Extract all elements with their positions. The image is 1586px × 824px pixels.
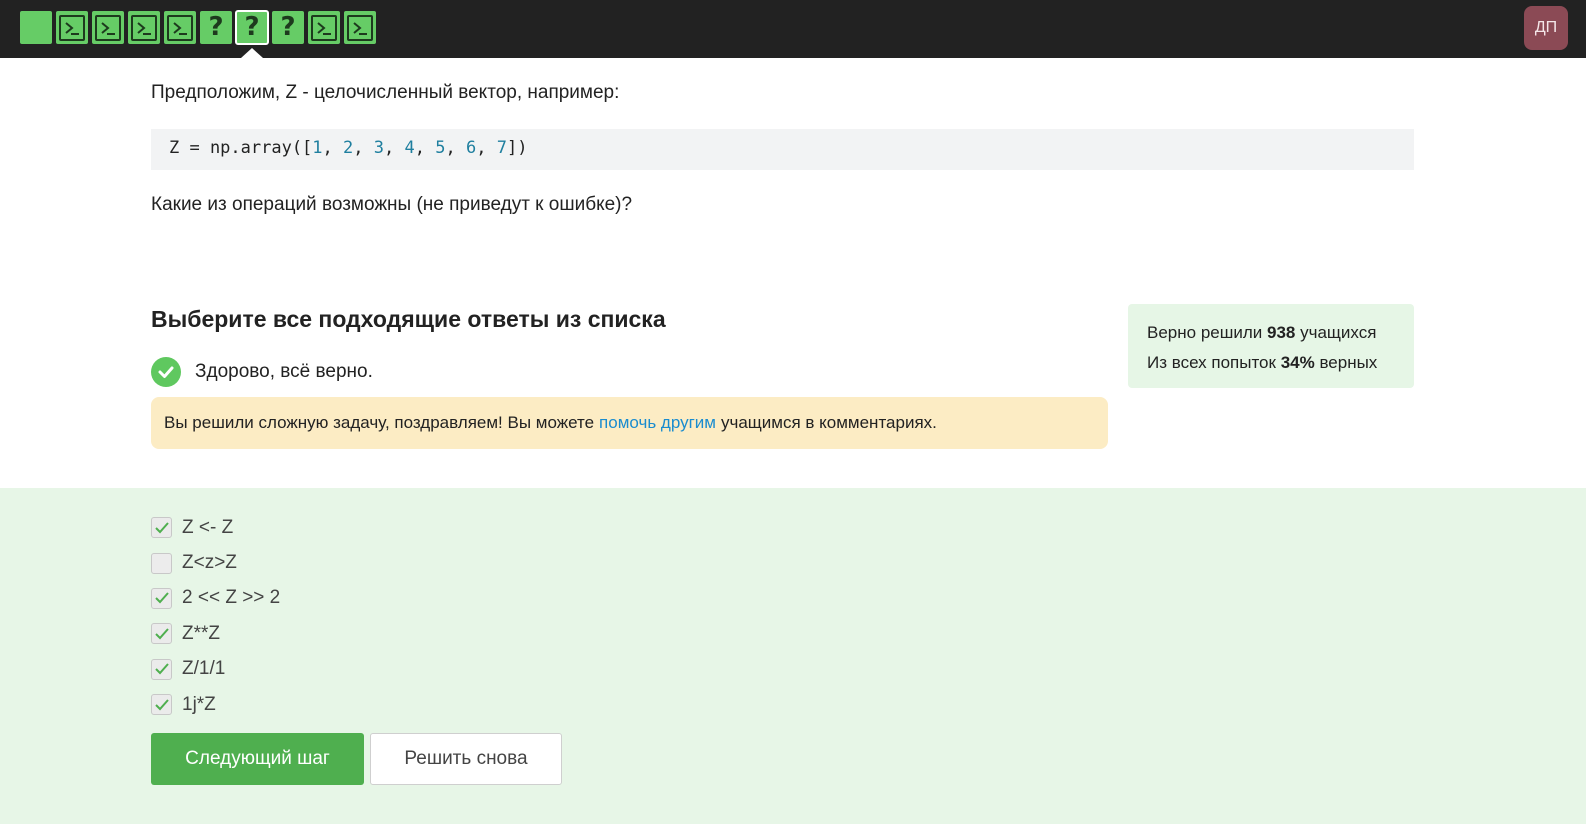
option-item[interactable]: Z**Z xyxy=(151,616,280,651)
checkbox-checked[interactable] xyxy=(151,623,172,645)
step-5[interactable] xyxy=(164,11,196,44)
success-check-icon xyxy=(151,357,181,387)
checkbox-checked[interactable] xyxy=(151,587,172,609)
question-icon: ? xyxy=(244,12,260,42)
option-item[interactable]: 2 << Z >> 2 xyxy=(151,581,280,616)
step-4[interactable] xyxy=(128,11,160,44)
question-icon: ? xyxy=(208,12,224,42)
top-bar: ? ? ? ДП xyxy=(0,0,1586,58)
checkbox-checked[interactable] xyxy=(151,658,172,680)
code-number: 7 xyxy=(496,138,507,158)
terminal-icon xyxy=(59,14,85,41)
stats-label: Из всех попыток xyxy=(1147,353,1276,372)
step-10[interactable] xyxy=(344,11,376,44)
option-label: Z<z>Z xyxy=(182,552,237,574)
stats-label: верных xyxy=(1319,353,1378,372)
question-icon: ? xyxy=(280,12,296,42)
correct-status: Здорово, всё верно. xyxy=(151,356,373,388)
code-suffix: ]) xyxy=(506,138,528,158)
congrats-notice: Вы решили сложную задачу, поздравляем! В… xyxy=(151,397,1108,449)
code-number: 6 xyxy=(465,138,477,158)
step-8[interactable]: ? xyxy=(272,11,304,44)
correct-text: Здорово, всё верно. xyxy=(195,361,373,382)
task-intro: Предположим, Z - целочисленный вектор, н… xyxy=(151,82,620,103)
options-list: Z <- Z Z<z>Z 2 << Z >> 2 Z**Z Z/1/1 1j*Z xyxy=(151,510,280,722)
checkbox-checked[interactable] xyxy=(151,517,172,539)
option-item[interactable]: Z <- Z xyxy=(151,510,280,545)
help-others-link[interactable]: помочь другим xyxy=(599,413,716,433)
code-number: 2 xyxy=(343,138,354,158)
code-block: Z = np.array([1, 2, 3, 4, 5, 6, 7]) xyxy=(151,129,1414,170)
option-label: 2 << Z >> 2 xyxy=(182,587,281,609)
terminal-icon xyxy=(311,14,337,41)
stats-attempts: Из всех попыток 34% верных xyxy=(1147,348,1395,378)
code-prefix: Z = np.array([ xyxy=(169,138,313,158)
option-label: Z/1/1 xyxy=(182,658,226,680)
congrats-text: Вы решили сложную задачу, поздравляем! В… xyxy=(164,413,595,432)
answers-area: Z <- Z Z<z>Z 2 << Z >> 2 Z**Z Z/1/1 1j*Z… xyxy=(0,488,1586,824)
step-1[interactable] xyxy=(20,11,52,44)
option-label: Z**Z xyxy=(182,622,220,644)
next-step-button[interactable]: Следующий шаг xyxy=(151,733,364,785)
task-question: Какие из операций возможны (не приведут … xyxy=(151,194,633,215)
option-label: 1j*Z xyxy=(182,693,216,715)
user-avatar[interactable]: ДП xyxy=(1524,6,1568,50)
stats-solved: Верно решили 938 учащихся xyxy=(1147,318,1395,348)
checkbox-unchecked[interactable] xyxy=(151,552,172,574)
step-navigation: ? ? ? xyxy=(20,10,376,58)
terminal-icon xyxy=(167,14,193,41)
solve-again-button[interactable]: Решить снова xyxy=(370,733,562,785)
stats-solved-count: 938 xyxy=(1267,323,1296,342)
checkbox-checked[interactable] xyxy=(151,694,172,716)
code-number: 5 xyxy=(435,138,446,158)
terminal-icon xyxy=(95,14,121,41)
option-item[interactable]: 1j*Z xyxy=(151,687,280,722)
code-number: 1 xyxy=(312,138,323,158)
terminal-icon xyxy=(131,14,157,41)
stats-label: учащихся xyxy=(1300,323,1377,342)
congrats-text-end: учащимся в комментариях. xyxy=(720,413,937,432)
stats-panel: Верно решили 938 учащихся Из всех попыто… xyxy=(1128,304,1414,388)
step-3[interactable] xyxy=(92,11,124,44)
code-number: 3 xyxy=(373,138,385,158)
step-2[interactable] xyxy=(56,11,88,44)
stats-label: Верно решили xyxy=(1147,323,1263,342)
option-label: Z <- Z xyxy=(182,516,234,538)
step-7-active[interactable]: ? xyxy=(235,10,269,58)
option-item[interactable]: Z/1/1 xyxy=(151,652,280,687)
code-number: 4 xyxy=(404,138,415,158)
step-6[interactable]: ? xyxy=(200,11,232,44)
terminal-icon xyxy=(347,14,373,41)
stats-percent: 34% xyxy=(1280,353,1315,372)
option-item[interactable]: Z<z>Z xyxy=(151,545,280,580)
step-9[interactable] xyxy=(308,11,340,44)
answers-heading: Выберите все подходящие ответы из списка xyxy=(151,306,666,332)
